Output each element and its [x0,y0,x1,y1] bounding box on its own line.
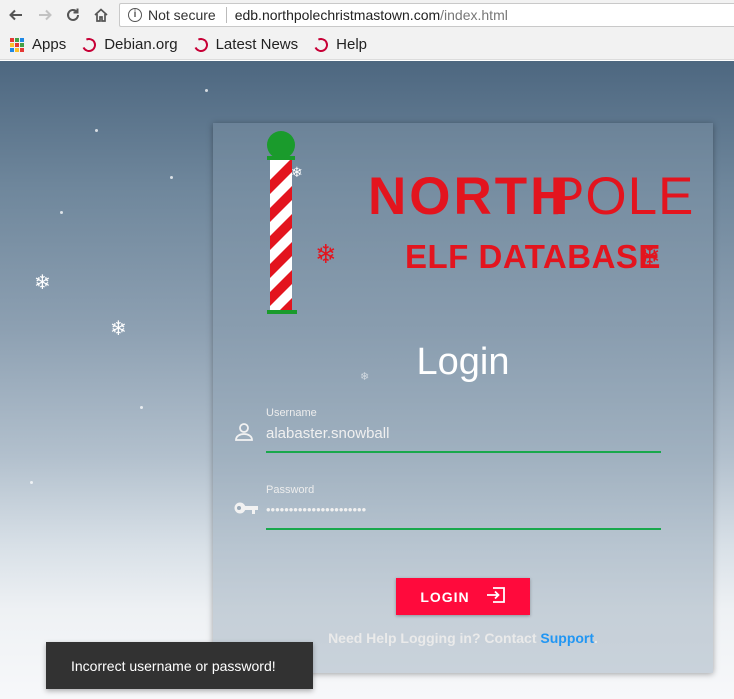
logo-north-text: NORTH [368,167,572,226]
snow-speck [140,406,143,409]
password-underline [266,528,661,530]
address-divider [225,7,227,23]
support-link[interactable]: Support [540,630,594,646]
username-input[interactable]: alabaster.snowball [266,425,661,447]
info-icon[interactable]: i [128,8,142,22]
login-button[interactable]: LOGIN [396,578,530,615]
password-input[interactable]: •••••••••••••••••••••• [266,502,661,524]
username-label: Username [266,407,317,419]
user-icon [233,421,255,447]
debian-icon [191,35,210,54]
snowflake-icon: ❄ [639,242,661,272]
bookmark-label: Debian.org [104,36,178,53]
security-label: Not secure [148,7,216,23]
snow-speck [205,89,208,92]
logo-pole-text: POLE [549,167,695,226]
debian-icon [80,35,99,54]
back-arrow-icon[interactable] [5,4,27,26]
help-suffix: . [594,630,598,646]
address-bar[interactable]: i Not secure edb.northpolechristmastown.… [119,3,734,27]
candy-cane-pole-icon [267,131,297,314]
snowflake-icon: ❄ [34,270,51,294]
snow-speck [30,481,33,484]
bookmark-debian[interactable]: Debian.org [80,35,178,54]
username-underline [266,451,661,453]
url-path: /index.html [440,7,508,23]
bookmark-latest-news[interactable]: Latest News [191,35,299,54]
login-arrow-icon [486,587,506,606]
bookmark-label: Help [336,36,367,53]
reload-icon[interactable] [62,4,84,26]
key-icon [233,500,259,520]
snow-speck [60,211,63,214]
page-background: ❄ ❄ ❄ ❄ NORTH POLE ❄ ELF DATABASE ❄ Logi… [0,61,734,699]
username-field[interactable]: Username alabaster.snowball [266,407,661,453]
bookmark-label: Latest News [215,36,299,53]
login-card: ❄ NORTH POLE ❄ ELF DATABASE ❄ Login User… [213,123,713,673]
password-field[interactable]: Password •••••••••••••••••••••• [266,484,661,530]
snowflake-icon: ❄ [110,316,127,340]
login-title: Login [416,341,510,383]
bookmark-help[interactable]: Help [312,35,367,54]
toast-message: Incorrect username or password! [71,657,276,674]
login-button-label: LOGIN [420,588,470,605]
apps-grid-icon [10,37,24,52]
url-host: edb.northpolechristmastown.com [234,7,441,23]
debian-icon [312,35,331,54]
password-label: Password [266,484,315,496]
bookmark-label: Apps [32,36,67,53]
snowflake-icon: ❄ [315,240,337,270]
snow-speck [170,176,173,179]
browser-toolbar: i Not secure edb.northpolechristmastown.… [0,0,734,30]
home-icon[interactable] [90,4,112,26]
help-prefix: Need Help Logging in? Contact [328,630,541,646]
snowflake-icon: ❄ [291,165,303,181]
snow-speck [95,129,98,132]
bookmark-apps[interactable]: Apps [10,36,66,53]
forward-arrow-icon[interactable] [34,4,56,26]
north-pole-logo: ❄ NORTH POLE ❄ ELF DATABASE ❄ [265,128,693,318]
logo-elf-database-text: ELF DATABASE [405,238,661,275]
bookmarks-bar: Apps Debian.org Latest News Help [0,30,734,60]
error-toast: Incorrect username or password! [46,642,313,689]
